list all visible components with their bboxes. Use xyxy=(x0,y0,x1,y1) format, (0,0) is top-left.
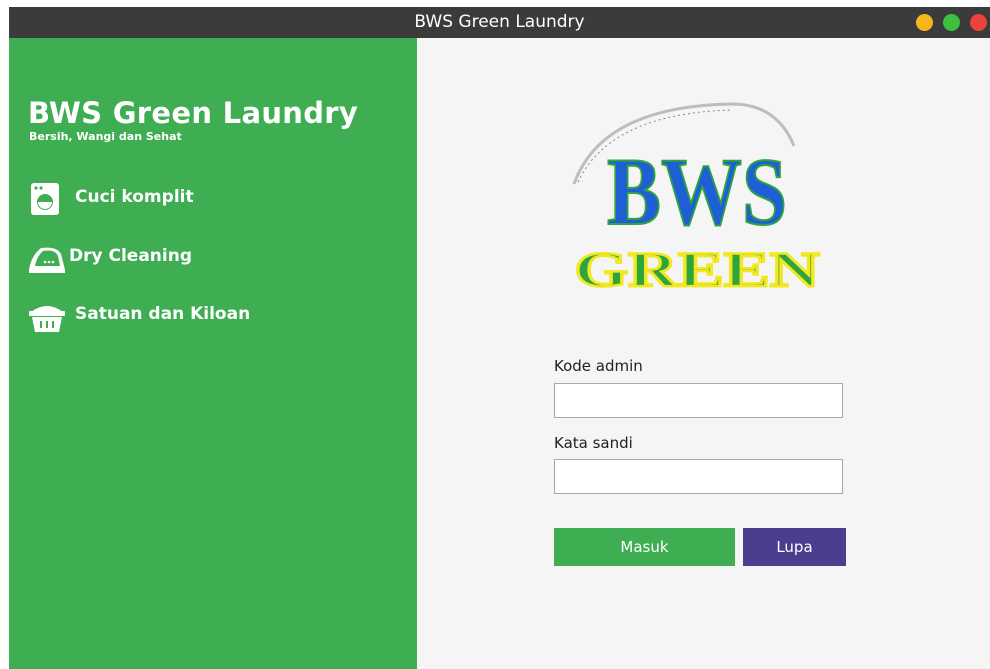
app-window: BWS Green Laundry BWS Green Laundry Bers… xyxy=(9,7,990,669)
logo-bws-text: BWS xyxy=(607,138,787,245)
washing-machine-icon xyxy=(27,181,67,217)
iron-icon xyxy=(27,240,67,276)
sidebar-item-dry-cleaning[interactable]: Dry Cleaning xyxy=(27,240,357,276)
kata-sandi-label: Kata sandi xyxy=(554,434,633,452)
sidebar-item-label: Cuci komplit xyxy=(75,187,194,207)
sidebar: BWS Green Laundry Bersih, Wangi dan Seha… xyxy=(9,38,417,669)
minimize-button[interactable] xyxy=(916,14,933,31)
masuk-button[interactable]: Masuk xyxy=(554,528,735,566)
sidebar-item-cuci-komplit[interactable]: Cuci komplit xyxy=(27,181,357,217)
window-title: BWS Green Laundry xyxy=(414,12,585,32)
login-panel: BWS GREEN Kode admin Kata sandi Masuk Lu… xyxy=(417,38,990,669)
sidebar-item-label: Dry Cleaning xyxy=(69,246,193,266)
sidebar-item-satuan-kiloan[interactable]: Satuan dan Kiloan xyxy=(27,298,357,334)
lupa-button[interactable]: Lupa xyxy=(743,528,846,566)
title-bar[interactable]: BWS Green Laundry xyxy=(9,7,990,38)
bws-green-logo: BWS GREEN xyxy=(562,96,832,298)
laundry-basket-icon xyxy=(27,298,67,334)
sidebar-item-label: Satuan dan Kiloan xyxy=(75,304,251,324)
brand-tagline: Bersih, Wangi dan Sehat xyxy=(29,130,182,143)
kata-sandi-input[interactable] xyxy=(554,459,843,494)
maximize-button[interactable] xyxy=(943,14,960,31)
close-button[interactable] xyxy=(970,14,987,31)
logo-green-text: GREEN xyxy=(575,241,820,291)
kode-admin-label: Kode admin xyxy=(554,357,643,375)
brand-title: BWS Green Laundry xyxy=(28,96,359,130)
kode-admin-input[interactable] xyxy=(554,383,843,418)
